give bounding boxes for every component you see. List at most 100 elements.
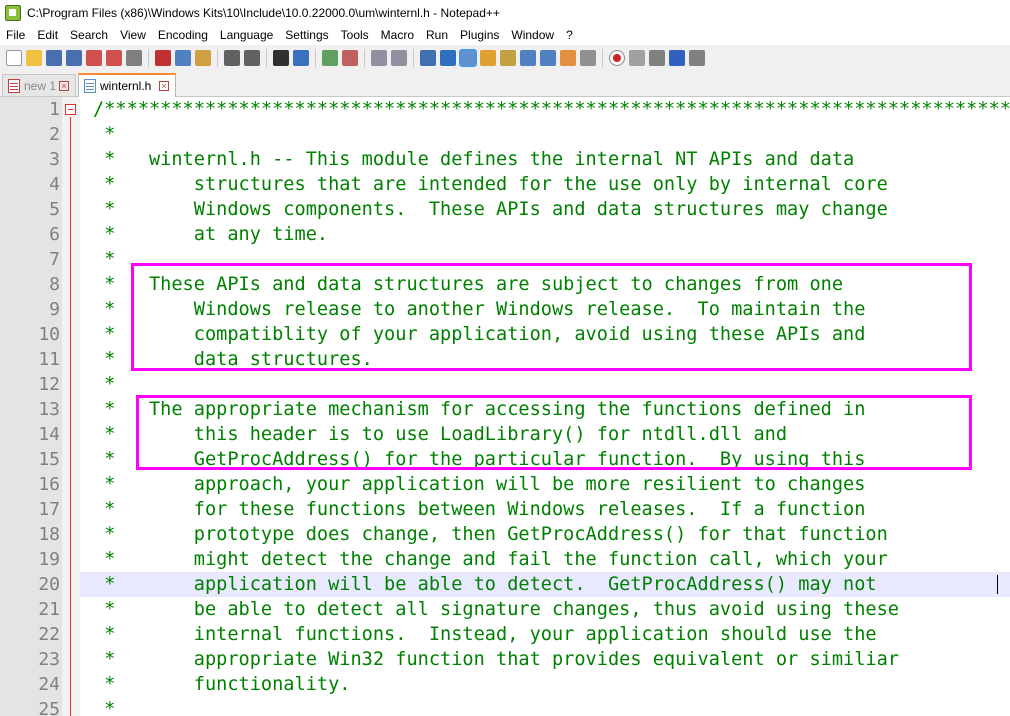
tab-close-icon[interactable]: ×	[59, 80, 69, 91]
indent-guide-icon[interactable]	[459, 49, 477, 67]
menu-run[interactable]: Run	[420, 28, 454, 42]
code-line[interactable]: 12 *	[38, 372, 1010, 397]
toolbar-separator	[602, 49, 603, 67]
toolbar-separator	[266, 49, 267, 67]
toolbar	[0, 45, 1010, 71]
text-caret	[997, 575, 998, 594]
line-text: *	[93, 374, 116, 395]
line-number: 5	[49, 199, 60, 220]
copy-icon[interactable]	[175, 50, 191, 66]
code-line[interactable]: 20 * application will be able to detect.…	[38, 572, 1010, 597]
saved-file-icon	[84, 79, 96, 93]
line-text: * internal functions. Instead, your appl…	[93, 624, 877, 645]
menu-search[interactable]: Search	[64, 28, 114, 42]
code-line[interactable]: 22 * internal functions. Instead, your a…	[38, 622, 1010, 647]
code-line[interactable]: 21 * be able to detect all signature cha…	[38, 597, 1010, 622]
line-number: 17	[38, 499, 60, 520]
code-line[interactable]: 4 * structures that are intended for the…	[49, 172, 1010, 197]
code-line[interactable]: 19 * might detect the change and fail th…	[38, 547, 1010, 572]
menu-macro[interactable]: Macro	[375, 28, 420, 42]
word-wrap-icon[interactable]	[420, 50, 436, 66]
zoom-in-icon[interactable]	[322, 50, 338, 66]
line-number: 7	[49, 249, 60, 270]
code-line[interactable]: 6 * at any time.	[49, 222, 1010, 247]
menu-language[interactable]: Language	[214, 28, 279, 42]
new-file-icon[interactable]	[6, 50, 22, 66]
sync-vertical-icon[interactable]	[371, 50, 387, 66]
paste-icon[interactable]	[195, 50, 211, 66]
code-line[interactable]: 25 *	[38, 697, 1010, 716]
replace-icon[interactable]	[293, 50, 309, 66]
menu-plugins[interactable]: Plugins	[454, 28, 505, 42]
close-file-icon[interactable]	[86, 50, 102, 66]
show-all-characters-icon[interactable]	[440, 50, 456, 66]
document-map-icon[interactable]	[500, 50, 516, 66]
print-icon[interactable]	[126, 50, 142, 66]
user-defined-language-icon[interactable]	[480, 50, 496, 66]
monitoring-icon[interactable]	[580, 50, 596, 66]
unsaved-file-icon	[8, 78, 20, 93]
record-macro-icon[interactable]	[609, 50, 625, 66]
line-text: * be able to detect all signature change…	[93, 599, 899, 620]
function-list-icon[interactable]	[540, 50, 556, 66]
menu-window[interactable]: Window	[505, 28, 560, 42]
toolbar-separator	[315, 49, 316, 67]
document-list-icon[interactable]	[520, 50, 536, 66]
tab-bar: new 1 × winternl.h ×	[0, 71, 1010, 97]
menu-tools[interactable]: Tools	[335, 28, 375, 42]
line-number: 12	[38, 374, 60, 395]
close-all-icon[interactable]	[106, 50, 122, 66]
play-macro-icon[interactable]	[649, 50, 665, 66]
save-macro-icon[interactable]	[689, 50, 705, 66]
redo-icon[interactable]	[244, 50, 260, 66]
tab-winternl-h[interactable]: winternl.h ×	[78, 73, 176, 97]
menu-encoding[interactable]: Encoding	[152, 28, 214, 42]
line-text: * structures that are intended for the u…	[93, 174, 888, 195]
sync-horizontal-icon[interactable]	[391, 50, 407, 66]
tab-close-icon[interactable]: ×	[159, 81, 169, 91]
line-number: 20	[38, 574, 60, 595]
code-line[interactable]: 18 * prototype does change, then GetProc…	[38, 522, 1010, 547]
fold-collapse-icon[interactable]	[65, 104, 76, 115]
line-number: 9	[49, 299, 60, 320]
code-line[interactable]: 1 /**************************************…	[49, 97, 1010, 122]
code-line[interactable]: 24 * functionality.	[38, 672, 1010, 697]
menu-file[interactable]: File	[0, 28, 31, 42]
cut-icon[interactable]	[155, 50, 171, 66]
line-number: 19	[38, 549, 60, 570]
highlight-box-mechanism	[136, 395, 972, 470]
open-file-icon[interactable]	[26, 50, 42, 66]
code-line[interactable]: 23 * appropriate Win32 function that pro…	[38, 647, 1010, 672]
window-title: C:\Program Files (x86)\Windows Kits\10\I…	[27, 5, 500, 20]
zoom-out-icon[interactable]	[342, 50, 358, 66]
code-line[interactable]: 3 * winternl.h -- This module defines th…	[49, 147, 1010, 172]
line-text: * application will be able to detect. Ge…	[93, 574, 877, 595]
find-icon[interactable]	[273, 50, 289, 66]
code-line[interactable]: 2 *	[49, 122, 1010, 147]
line-number: 14	[38, 424, 60, 445]
line-number: 2	[49, 124, 60, 145]
menu-edit[interactable]: Edit	[31, 28, 64, 42]
menu-view[interactable]: View	[114, 28, 152, 42]
tab-new-1[interactable]: new 1 ×	[2, 74, 76, 96]
editor[interactable]: 1 /**************************************…	[0, 97, 1010, 716]
line-text: * Windows components. These APIs and dat…	[93, 199, 888, 220]
menu-settings[interactable]: Settings	[279, 28, 334, 42]
code-line[interactable]: 5 * Windows components. These APIs and d…	[49, 197, 1010, 222]
line-text: * for these functions between Windows re…	[93, 499, 866, 520]
menu-help[interactable]: ?	[560, 28, 579, 42]
save-icon[interactable]	[46, 50, 62, 66]
undo-icon[interactable]	[224, 50, 240, 66]
title-bar: C:\Program Files (x86)\Windows Kits\10\I…	[0, 0, 1010, 25]
fold-margin[interactable]	[62, 97, 80, 716]
line-text: /***************************************…	[93, 99, 1010, 120]
line-number: 21	[38, 599, 60, 620]
fold-line	[70, 117, 71, 716]
line-text: * at any time.	[93, 224, 329, 245]
code-line[interactable]: 16 * approach, your application will be …	[38, 472, 1010, 497]
save-all-icon[interactable]	[66, 50, 82, 66]
folder-as-workspace-icon[interactable]	[560, 50, 576, 66]
code-line[interactable]: 17 * for these functions between Windows…	[38, 497, 1010, 522]
stop-macro-icon[interactable]	[629, 50, 645, 66]
run-macro-multiple-icon[interactable]	[669, 50, 685, 66]
